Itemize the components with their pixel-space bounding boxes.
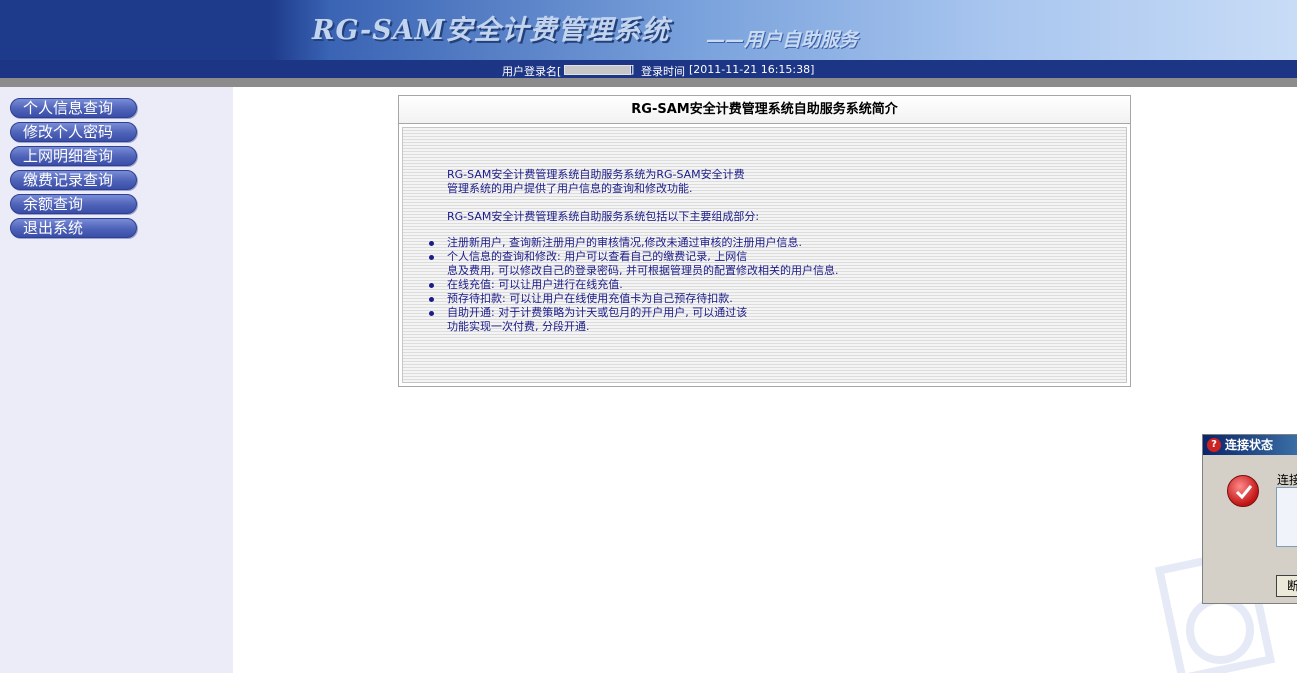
disconnect-button[interactable]: 断 <box>1276 575 1297 597</box>
list-item-text: 在线充值: 可以让用户进行在线充值. <box>447 278 623 291</box>
sidebar-item-label: 修改个人密码 <box>23 123 114 141</box>
sidebar-item-label: 余额查询 <box>23 195 84 213</box>
list-item-text: 注册新用户, 查询新注册用户的审核情况,修改未通过审核的注册用户信息. <box>447 236 802 249</box>
list-item-text: 自助开通: 对于计费策略为计天或包月的开户用户, 可以通过该 <box>447 306 748 319</box>
bullet-icon <box>429 255 434 260</box>
divider-bar <box>0 78 1297 87</box>
login-time-value: [2011-11-21 16:15:38] <box>689 63 815 76</box>
intro-line-2: 管理系统的用户提供了用户信息的查询和修改功能. <box>447 182 693 195</box>
app-subtitle: ——用户自助服务 <box>706 29 859 51</box>
login-time-label: 登录时间 <box>641 65 685 78</box>
list-item-text: 预存待扣款: 可以让用户在线使用充值卡为自己预存待扣款. <box>447 292 733 305</box>
list-item-text: 个人信息的查询和修改: 用户可以查看自己的缴费记录, 上网信 <box>447 250 748 263</box>
login-name-value-redacted <box>564 65 631 75</box>
sidebar-item-label: 退出系统 <box>23 219 84 237</box>
dialog-titlebar[interactable]: ? 连接状态 <box>1203 435 1297 455</box>
login-name-close-bracket: ] <box>630 63 635 76</box>
app-title: RG-SAM安全计费管理系统 <box>312 15 670 46</box>
user-info-bar: 用户登录名[ ] 登录时间 [2011-11-21 16:15:38] <box>0 60 1297 78</box>
panel-body: RG-SAM安全计费管理系统自助服务系统为RG-SAM安全计费 管理系统的用户提… <box>402 127 1127 383</box>
list-item-text-cont: 功能实现一次付费, 分段开通. <box>447 320 590 333</box>
connection-info-field <box>1276 487 1297 547</box>
intro-line-3: RG-SAM安全计费管理系统自助服务系统包括以下主要组成部分: <box>447 210 760 223</box>
bullet-icon <box>429 283 434 288</box>
header-banner: RG-SAM安全计费管理系统 ——用户自助服务 <box>0 0 1297 60</box>
help-icon: ? <box>1207 438 1221 452</box>
dialog-title: 连接状态 <box>1225 438 1274 452</box>
bullet-icon <box>429 241 434 246</box>
list-item: 个人信息的查询和修改: 用户可以查看自己的缴费记录, 上网信 息及费用, 可以修改… <box>429 250 838 278</box>
sidebar-item-balance[interactable]: 余额查询 <box>10 194 137 214</box>
list-item: 在线充值: 可以让用户进行在线充值. <box>429 278 838 292</box>
sidebar-item-payment-records[interactable]: 缴费记录查询 <box>10 170 137 190</box>
login-name-label: 用户登录名[ <box>502 65 562 78</box>
feature-list: 注册新用户, 查询新注册用户的审核情况,修改未通过审核的注册用户信息. 个人信息… <box>429 236 838 334</box>
sidebar: 个人信息查询 修改个人密码 上网明细查询 缴费记录查询 余额查询 退出系统 <box>0 87 233 673</box>
intro-line-1: RG-SAM安全计费管理系统自助服务系统为RG-SAM安全计费 <box>447 168 745 181</box>
sidebar-item-online-details[interactable]: 上网明细查询 <box>10 146 137 166</box>
list-item-text-cont: 息及费用, 可以修改自己的登录密码, 并可根据管理员的配置修改相关的用户信息. <box>447 264 839 277</box>
connection-label: 连接 <box>1277 473 1297 487</box>
intro-panel: RG-SAM安全计费管理系统自助服务系统简介 RG-SAM安全计费管理系统自助服… <box>398 95 1131 387</box>
list-item: 自助开通: 对于计费策略为计天或包月的开户用户, 可以通过该 功能实现一次付费, … <box>429 306 838 334</box>
sidebar-item-logout[interactable]: 退出系统 <box>10 218 137 238</box>
connection-status-dialog: ? 连接状态 连接 断 <box>1202 434 1297 604</box>
sidebar-item-change-password[interactable]: 修改个人密码 <box>10 122 137 142</box>
sidebar-item-label: 个人信息查询 <box>23 99 114 117</box>
list-item: 注册新用户, 查询新注册用户的审核情况,修改未通过审核的注册用户信息. <box>429 236 838 250</box>
bullet-icon <box>429 311 434 316</box>
sidebar-item-label: 缴费记录查询 <box>23 171 114 189</box>
sidebar-item-personal-info[interactable]: 个人信息查询 <box>10 98 137 118</box>
connection-status-icon <box>1227 475 1259 507</box>
sidebar-item-label: 上网明细查询 <box>23 147 114 165</box>
panel-title: RG-SAM安全计费管理系统自助服务系统简介 <box>399 96 1130 124</box>
list-item: 预存待扣款: 可以让用户在线使用充值卡为自己预存待扣款. <box>429 292 838 306</box>
bullet-icon <box>429 297 434 302</box>
